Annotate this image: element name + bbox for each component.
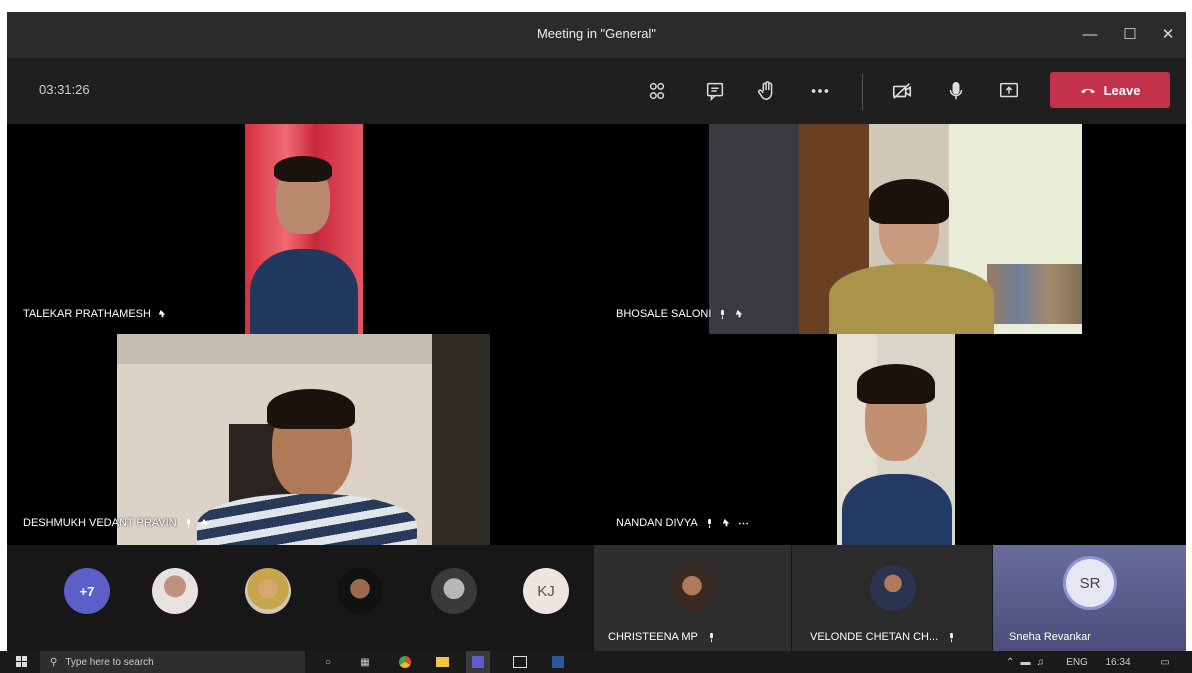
pin-icon	[722, 518, 729, 526]
participant-tile-1[interactable]: CHRISTEENA MP	[594, 545, 791, 651]
window-title: Meeting in "General"	[536, 26, 657, 41]
participant-avatar-1[interactable]	[152, 568, 198, 614]
leave-button[interactable]: Leave	[1050, 72, 1170, 108]
participant-name: NANDAN DIVYA	[616, 517, 698, 529]
mic-icon	[950, 632, 954, 642]
participant-tile-2[interactable]: VELONDE CHETAN CH...	[792, 545, 992, 651]
chat-icon[interactable]	[701, 78, 729, 104]
search-placeholder: Type here to search	[65, 656, 154, 668]
taskbar-search-box[interactable]: ⚲ Type here to search	[40, 651, 305, 673]
participant-avatar-2[interactable]	[245, 568, 291, 614]
language-indicator[interactable]: ENG	[1062, 651, 1092, 673]
raise-hand-icon[interactable]	[753, 78, 781, 104]
avatar: SR	[1066, 559, 1114, 607]
camera-off-icon[interactable]	[888, 78, 916, 104]
notifications-icon[interactable]: ▭	[1150, 651, 1180, 673]
participant-name: DESHMUKH VEDANT PRAVIN	[23, 517, 177, 529]
windows-taskbar: ⚲ Type here to search ○ ▦ ⌃ ▬ ♫ ENG 16:34 …	[0, 651, 1192, 673]
participants-icon[interactable]	[643, 78, 671, 104]
mic-icon	[721, 309, 725, 319]
file-explorer-icon[interactable]	[432, 651, 452, 673]
mic-icon	[709, 632, 713, 642]
close-icon[interactable]: ✕	[1153, 20, 1183, 50]
participant-video-2	[709, 124, 1082, 334]
participant-tile-self[interactable]: SR Sneha Revankar	[993, 545, 1186, 651]
title-bar: Meeting in "General" — ☐ ✕	[7, 12, 1186, 58]
meeting-toolbar: 03:31:26 Leave	[7, 58, 1186, 124]
teams-icon[interactable]	[466, 651, 490, 673]
tile-name: Sneha Revankar	[1009, 631, 1091, 643]
meeting-timer: 03:31:26	[39, 82, 90, 97]
share-screen-icon[interactable]	[995, 78, 1023, 104]
toolbar-divider	[862, 74, 863, 110]
minimize-icon[interactable]: —	[1075, 20, 1105, 50]
participant-label-3: DESHMUKH VEDANT PRAVIN	[23, 517, 211, 529]
tile-name: CHRISTEENA MP	[608, 631, 698, 643]
participant-name: TALEKAR PRATHAMESH	[23, 308, 151, 320]
pin-icon	[158, 309, 166, 317]
more-options-icon[interactable]	[806, 78, 834, 104]
tile-name: VELONDE CHETAN CH...	[810, 631, 939, 643]
participant-label-4: NANDAN DIVYA	[616, 517, 749, 529]
microphone-icon[interactable]	[942, 78, 970, 104]
task-view-icon[interactable]: ▦	[355, 651, 375, 673]
tile-name-row: Sneha Revankar	[1009, 631, 1091, 643]
participant-strip: +7 KJ CHRISTEENA MP VELONDE CHETAN CH...…	[7, 545, 1186, 651]
participant-avatar-3[interactable]	[337, 568, 383, 614]
avatar	[870, 565, 916, 611]
mic-icon	[707, 518, 711, 528]
participant-avatar-4[interactable]	[431, 568, 477, 614]
participant-video-1	[245, 124, 363, 334]
maximize-icon[interactable]: ☐	[1115, 20, 1145, 50]
tile-name-row: VELONDE CHETAN CH...	[810, 631, 957, 643]
more-participants-button[interactable]: +7	[64, 568, 110, 614]
participant-label-1: TALEKAR PRATHAMESH	[23, 308, 168, 320]
pin-icon	[736, 309, 743, 317]
photos-icon[interactable]	[510, 651, 530, 673]
avatar	[669, 565, 715, 611]
mic-icon	[186, 518, 190, 528]
chrome-icon[interactable]	[395, 651, 415, 673]
tile-name-row: CHRISTEENA MP	[608, 631, 717, 643]
leave-label: Leave	[1103, 82, 1141, 98]
clock[interactable]: 16:34	[1098, 651, 1138, 673]
participant-avatar-initials[interactable]: KJ	[523, 568, 569, 614]
more-icon[interactable]	[738, 518, 749, 529]
participant-label-2: BHOSALE SALONI	[616, 308, 745, 320]
participant-video-3	[117, 334, 490, 545]
participant-name: BHOSALE SALONI	[616, 308, 712, 320]
pin-icon	[201, 518, 208, 526]
video-stage: TALEKAR PRATHAMESH BHOSALE SALONI DESHMU…	[7, 124, 1186, 545]
cortana-icon[interactable]: ○	[318, 651, 338, 673]
participant-video-4	[837, 334, 955, 545]
search-icon: ⚲	[50, 656, 58, 668]
system-tray-icons[interactable]: ⌃ ▬ ♫	[990, 651, 1060, 673]
word-icon[interactable]	[548, 651, 568, 673]
windows-start-icon[interactable]	[12, 651, 32, 673]
teams-meeting-window: Meeting in "General" — ☐ ✕ 03:31:26 Leav…	[7, 12, 1186, 651]
